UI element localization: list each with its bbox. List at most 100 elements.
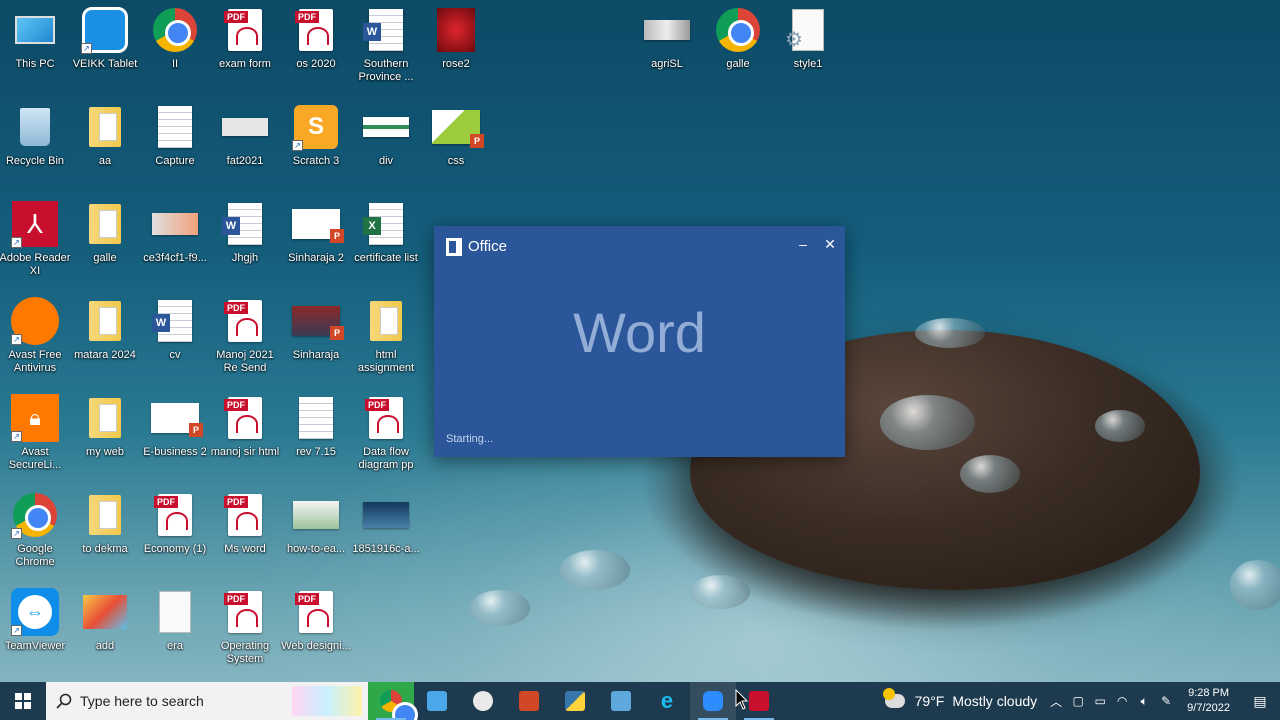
desktop-icon-div[interactable]: div: [350, 97, 422, 189]
desktop-icon-label: cv: [169, 349, 181, 361]
battery-icon[interactable]: ▭: [1089, 694, 1111, 708]
desktop-icon-css[interactable]: css: [420, 97, 492, 189]
shortcut-arrow-icon: ↗: [11, 528, 22, 539]
wallpaper-droplet: [560, 550, 630, 590]
desktop-icon-recycle-bin[interactable]: Recycle Bin: [0, 97, 71, 189]
taskbar-remote-desktop-button[interactable]: [598, 682, 644, 720]
desktop-icon-galle-folder[interactable]: galle: [69, 194, 141, 286]
desktop-icon-operating-system[interactable]: Operating System: [209, 582, 281, 674]
desktop-icon-label: rose2: [442, 58, 470, 70]
desktop-icon-galle-chrome[interactable]: galle: [702, 0, 774, 92]
desktop-icon-ii[interactable]: II: [139, 0, 211, 92]
desktop-icon-how-to-ea[interactable]: how-to-ea...: [280, 485, 352, 577]
wallpaper-droplet: [470, 590, 530, 626]
desktop-icon-cv[interactable]: W cv: [139, 291, 211, 383]
desktop-icon-fat2021[interactable]: fat2021: [209, 97, 281, 189]
show-hidden-icons-chevron-icon[interactable]: ︿: [1045, 693, 1067, 710]
taskbar-app-button[interactable]: [460, 682, 506, 720]
image-file-icon: [362, 103, 410, 151]
desktop-icon-aa[interactable]: aa: [69, 97, 141, 189]
desktop-icon-adobe-reader[interactable]: ⅄ ↗ Adobe Reader XI: [0, 194, 71, 286]
desktop-icon-southern-province[interactable]: W Southern Province ...: [350, 0, 422, 92]
desktop-icon-data-flow-diagram[interactable]: Data flow diagram pp: [350, 388, 422, 480]
taskbar-search-box[interactable]: [46, 682, 368, 720]
desktop-icon-era[interactable]: era: [139, 582, 211, 674]
minimize-button[interactable]: –: [792, 234, 814, 254]
desktop-icon-label: Google Chrome: [15, 543, 55, 568]
desktop-icon-matara-2024[interactable]: matara 2024: [69, 291, 141, 383]
desktop-icon-agrisl[interactable]: agriSL: [631, 0, 703, 92]
wallpaper-droplet: [915, 318, 985, 348]
excel-file-icon: X: [362, 200, 410, 248]
desktop-icon-jhgjh[interactable]: W Jhgjh: [209, 194, 281, 286]
desktop-icon-avast-secureline[interactable]: 🔒︎ ↗ Avast SecureLi...: [0, 388, 71, 480]
wifi-icon[interactable]: ◠: [1111, 694, 1133, 708]
desktop-icon-label: Web designi...: [281, 640, 351, 652]
powerpoint-file-icon: [432, 103, 484, 151]
veikk-tablet-icon: ↗: [81, 6, 129, 54]
pdf-file-icon: [221, 297, 269, 345]
desktop-icon-add[interactable]: add: [69, 582, 141, 674]
volume-icon[interactable]: 🔈︎: [1133, 694, 1155, 709]
desktop-icon-manoj-2021[interactable]: Manoj 2021 Re Send: [209, 291, 281, 383]
desktop-icon-this-pc[interactable]: This PC: [0, 0, 71, 92]
chrome-icon: [380, 690, 418, 720]
taskbar-chrome-button[interactable]: [368, 682, 418, 720]
taskbar-python-button[interactable]: [552, 682, 598, 720]
taskbar-clock[interactable]: 9:28 PM 9/7/2022: [1177, 686, 1240, 716]
taskbar-zoom-button[interactable]: [690, 682, 736, 720]
taskbar-veikk-button[interactable]: [414, 682, 460, 720]
desktop-icon-rose2[interactable]: rose2: [420, 0, 492, 92]
meet-now-icon[interactable]: ▢: [1067, 694, 1089, 708]
desktop-icon-scratch-3[interactable]: S ↗ Scratch 3: [280, 97, 352, 189]
weather-temperature: 79°F: [914, 693, 945, 709]
shortcut-arrow-icon: ↗: [11, 431, 22, 442]
desktop-icon-my-web[interactable]: my web: [69, 388, 141, 480]
desktop-icon-avast-antivirus[interactable]: ↗ Avast Free Antivirus: [0, 291, 71, 383]
search-input[interactable]: [80, 693, 280, 709]
desktop-icon-certificate-list[interactable]: X certificate list: [350, 194, 422, 286]
weather-widget[interactable]: 79°F Mostly cloudy: [877, 688, 1046, 709]
desktop-icon-veikk-tablet[interactable]: ↗ VEIKK Tablet: [69, 0, 141, 92]
desktop-icon-label: rev 7.15: [296, 446, 336, 458]
desktop-icon-html-assignment[interactable]: html assignment: [350, 291, 422, 383]
desktop-icon-sinharaja-2[interactable]: Sinharaja 2: [280, 194, 352, 286]
desktop-icon-label: galle: [93, 252, 117, 264]
desktop-icon-label: Sinharaja: [292, 349, 340, 361]
desktop-icon-economy[interactable]: Economy (1): [139, 485, 211, 577]
desktop-icon-style1[interactable]: ⚙ style1: [772, 0, 844, 92]
python-icon: [565, 691, 585, 711]
desktop-icon-to-dekma[interactable]: to dekma: [69, 485, 141, 577]
shortcut-arrow-icon: ↗: [11, 237, 22, 248]
taskbar: e 79°F Mostly cloudy ︿ ▢ ▭ ◠ 🔈︎ ✎ 9:28 P…: [0, 682, 1280, 720]
office-logo-icon: [446, 238, 462, 256]
desktop-icon-rev-715[interactable]: rev 7.15: [280, 388, 352, 480]
desktop-icon-ms-word[interactable]: Ms word: [209, 485, 281, 577]
desktop-icon-label: Economy (1): [143, 543, 207, 555]
wallpaper-droplet: [960, 455, 1020, 493]
desktop-icon-1851916c[interactable]: 1851916c-a...: [350, 485, 422, 577]
desktop-icon-os-2020[interactable]: os 2020: [280, 0, 352, 92]
desktop-icon-web-designing[interactable]: Web designi...: [280, 582, 352, 674]
powerpoint-file-icon: [292, 297, 344, 345]
desktop-icon-capture[interactable]: Capture: [139, 97, 211, 189]
close-button[interactable]: ✕: [819, 234, 841, 254]
desktop-icon-e-business-2[interactable]: E-business 2: [139, 388, 211, 480]
taskbar-powerpoint-button[interactable]: [506, 682, 552, 720]
pdf-file-icon: [221, 588, 269, 636]
notification-center-icon[interactable]: ▤: [1240, 693, 1280, 710]
taskbar-internet-explorer-button[interactable]: e: [644, 682, 690, 720]
weather-condition: Mostly cloudy: [952, 693, 1038, 709]
desktop-icon-exam-form[interactable]: exam form: [209, 0, 281, 92]
desktop-icon-teamviewer[interactable]: ⇔ ↗ TeamViewer: [0, 582, 71, 674]
settings-file-icon: ⚙: [784, 6, 832, 54]
desktop-icon-ce3f4cf1[interactable]: ce3f4cf1-f9...: [139, 194, 211, 286]
pen-icon[interactable]: ✎: [1155, 694, 1177, 708]
desktop-icon-google-chrome[interactable]: ↗ Google Chrome: [0, 485, 71, 577]
image-file-icon: [432, 6, 480, 54]
desktop-icon-label: matara 2024: [74, 349, 136, 361]
start-button[interactable]: [0, 682, 46, 720]
desktop-icon-sinharaja[interactable]: Sinharaja: [280, 291, 352, 383]
desktop-icon-manoj-sir-html[interactable]: manoj sir html: [209, 388, 281, 480]
word-document-icon: W: [362, 6, 410, 54]
